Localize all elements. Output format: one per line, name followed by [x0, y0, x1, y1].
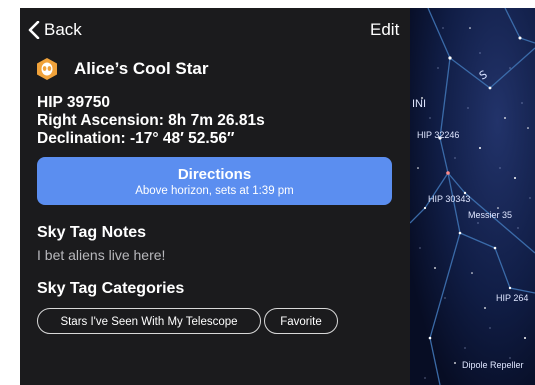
sky-label: HIP 30343 [428, 194, 471, 204]
alien-tag-icon [37, 58, 57, 80]
star-title-row: Alice’s Cool Star [36, 58, 208, 80]
star-coordinates: HIP 39750 Right Ascension: 8h 7m 26.81s … [37, 94, 265, 148]
sky-label: INI [412, 98, 427, 110]
notes-heading: Sky Tag Notes [37, 224, 147, 241]
back-button[interactable]: Back [28, 20, 82, 40]
edit-button[interactable]: Edit [370, 20, 399, 40]
sky-tag-detail-panel: Back Edit Alice’s Cool Star HIP 39750 Ri… [20, 8, 410, 385]
notes-text: I bet aliens live here! [37, 247, 166, 263]
directions-title: Directions [177, 166, 252, 183]
categories-heading: Sky Tag Categories [37, 280, 185, 297]
sky-map[interactable]: S INI HIP 32246 HIP 30343 Messier 35 HIP… [410, 8, 535, 385]
category-chip[interactable]: Stars I've Seen With My Telescope [37, 308, 261, 334]
star-name: Alice’s Cool Star [74, 59, 209, 78]
sky-label: HIP 264 [496, 293, 529, 303]
sky-label: Dipole Repeller [462, 360, 524, 370]
sky-label: HIP 32246 [417, 130, 460, 140]
chevron-left-icon [28, 21, 40, 39]
right-ascension: Right Ascension: 8h 7m 26.81s [37, 112, 265, 129]
declination: Declination: -17° 48′ 52.56″ [37, 130, 235, 147]
back-label: Back [44, 20, 82, 39]
sky-label: Messier 35 [468, 210, 513, 220]
category-chip[interactable]: Favorite [264, 308, 338, 334]
app-screen: Back Edit Alice’s Cool Star HIP 39750 Ri… [20, 8, 535, 385]
directions-button[interactable]: Directions Above horizon, sets at 1:39 p… [37, 157, 392, 205]
directions-subtitle: Above horizon, sets at 1:39 pm [135, 185, 294, 197]
hip-id: HIP 39750 [37, 94, 110, 111]
